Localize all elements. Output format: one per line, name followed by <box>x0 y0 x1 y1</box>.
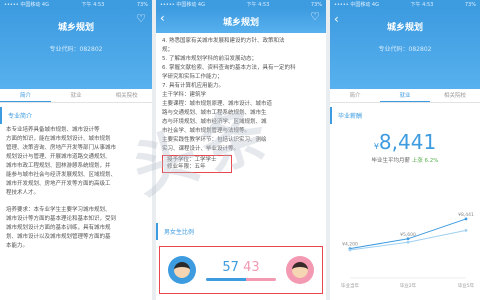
text-line: 能参与城市社会与经济发展规划、区域规划、 <box>6 172 117 178</box>
text-line: 态与环境规划、城市经济学、区域规划、城 <box>162 119 267 125</box>
tab-intro[interactable]: 简介 <box>330 89 380 102</box>
tab-intro[interactable]: 简介 <box>0 89 51 102</box>
status-bar: ••••• 中国移动 4G 下午 4:53 73% <box>156 0 326 9</box>
growth-text: 上涨 6.2% <box>411 158 439 164</box>
text-line: 市社会学、城市规划管理与法规等。 <box>162 128 251 134</box>
text-line: 管理、决策咨询、房地产开发等部门从事城市 <box>6 145 117 151</box>
male-percent: 57 <box>222 259 239 275</box>
text-line: 实习、课程设计、毕业设计等。 <box>162 146 240 152</box>
text-line: 方面的知识，能在城市规划设计、城市规划 <box>6 136 111 142</box>
status-bar: ••••• 中国移动 4G 下午 4:53 73% <box>330 0 480 9</box>
text-line: 城市开发规划、房地产开发等方面的高级工 <box>6 181 111 187</box>
carrier-text: ••••• 中国移动 4G <box>160 2 205 8</box>
salary-chart: ¥4,200 ¥5,600 ¥8,441 毕业当年 毕业2年 毕业5年 <box>341 212 474 289</box>
header-banner: ‹ 城乡规划 专业代码：082802 <box>330 9 480 89</box>
carrier-text: ••••• 中国移动 4G <box>334 2 379 8</box>
text-line: 路与交通规划、城市工程系统规划、城市生 <box>162 110 267 116</box>
favorite-heart-icon[interactable]: ♡ <box>136 12 146 25</box>
data-label: ¥8,441 <box>458 212 474 218</box>
male-avatar-icon <box>168 256 196 284</box>
text-line: 规； <box>162 47 174 53</box>
female-avatar-icon <box>286 256 314 284</box>
data-label: ¥5,600 <box>400 232 416 238</box>
screen-middle: ••••• 中国移动 4G 下午 4:53 73% ‹ 城乡规划 ♡ 4. 熟悉… <box>156 0 326 300</box>
gender-section-title: 男女生比例 <box>156 223 200 240</box>
salary-value: ¥8,441 <box>330 130 480 154</box>
salary-amount: 8,441 <box>378 130 437 154</box>
time-text: 下午 4:53 <box>410 2 434 8</box>
tab-bar: 简介 就业 相关院校 <box>0 89 152 103</box>
text-line: 主要课程：城市规划原理、城市设计、城市道 <box>162 101 273 107</box>
section-title: 专业简介 <box>0 107 152 124</box>
data-point <box>406 237 410 241</box>
page-title: 城乡规划 <box>222 18 259 28</box>
text-line: 划、城市设计以及城市规划管理等方面的基 <box>6 234 111 240</box>
gender-ratio-box: 57 43 <box>159 246 323 294</box>
header-banner: 城乡规划 ♡ 专业代码：082802 <box>0 9 152 89</box>
text-line: 6. 掌握文献检索、资料查询的基本方法，具有一定的科 <box>162 65 296 71</box>
text-line: 主要实践性教学环节：包括认识实习、测绘 <box>162 137 267 143</box>
duration-text: 修业年限：五年 <box>167 164 206 170</box>
tab-employment[interactable]: 就业 <box>380 89 430 102</box>
tab-schools[interactable]: 相关院校 <box>430 89 480 102</box>
salary-note-text: 毕业生平均月薪 <box>371 158 411 164</box>
tab-employment[interactable]: 就业 <box>51 89 102 102</box>
data-point <box>406 240 410 244</box>
x-tick-label: 毕业5年 <box>458 282 474 289</box>
favorite-heart-icon[interactable]: ♡ <box>310 10 320 23</box>
degree-highlight-box: 授予学位：工学学士 修业年限：五年 <box>162 155 232 173</box>
text-line: 城市市政工程规划、园林游憩系统规划，并 <box>6 163 111 169</box>
text-line: 本专业培养具备城市规划、城市设计等 <box>6 127 100 133</box>
text-line: 学研究和实际工作能力； <box>162 74 223 80</box>
time-text: 下午 4:53 <box>81 2 105 8</box>
female-percent: 43 <box>243 259 260 275</box>
degree-text: 授予学位：工学学士 <box>167 157 217 163</box>
battery-text: 73% <box>464 1 476 8</box>
tab-bar: 简介 就业 相关院校 <box>330 89 480 103</box>
text-line: 规划设计与管理、开展城市道路交通规划、 <box>6 154 111 160</box>
tab-schools[interactable]: 相关院校 <box>101 89 152 102</box>
text-line: 4. 熟悉国家有关城市发展和建设的方针、政策和法 <box>162 38 285 44</box>
page-title: 城乡规划 <box>57 23 94 33</box>
intro-text: 本专业培养具备城市规划、城市设计等 方面的知识，能在城市规划设计、城市规划 管理… <box>0 126 152 250</box>
screen-right: ••••• 中国移动 4G 下午 4:53 73% ‹ 城乡规划 专业代码：08… <box>330 0 480 300</box>
battery-text: 73% <box>136 1 148 8</box>
gender-ratio-bar <box>206 277 276 281</box>
major-code: 专业代码：082802 <box>378 46 432 53</box>
x-tick-label: 毕业2年 <box>400 282 417 289</box>
x-tick-label: 毕业当年 <box>341 282 359 289</box>
time-text: 下午 4:53 <box>246 2 270 8</box>
page-title: 城乡规划 <box>386 23 423 33</box>
gender-ratio: 57 43 <box>206 260 276 281</box>
detail-text: 4. 熟悉国家有关城市发展和建设的方针、政策和法 规； 5. 了解城市规划学科的… <box>156 37 326 153</box>
text-line: 7. 具有计算机应用能力。 <box>162 83 224 89</box>
header-bar: ‹ 城乡规划 ♡ <box>156 9 326 33</box>
salary-note: 毕业生平均月薪 上涨 6.2% <box>330 156 480 164</box>
text-line: 5. 了解城市规划学科的前沿发展动态； <box>162 56 257 62</box>
text-line: 城市规划设计方面的基本训练，具有城市规 <box>6 225 111 231</box>
major-code: 专业代码：082802 <box>49 46 103 53</box>
text-line: 培养要求：本专业学生主要学习城市规划、 <box>6 207 111 213</box>
data-point <box>348 248 352 252</box>
text-line: 程技术人才。 <box>6 190 40 196</box>
data-label: ¥4,200 <box>342 242 358 248</box>
text-line: 城市设计等方面的基本理论和基本知识，受到 <box>6 216 117 222</box>
battery-text: 73% <box>310 1 322 8</box>
carrier-text: ••••• 中国移动 4G <box>4 2 49 8</box>
text-line: 主干学科：建筑学 <box>162 92 207 98</box>
status-bar: ••••• 中国移动 4G 下午 4:53 73% <box>0 0 152 9</box>
screen-left: ••••• 中国移动 4G 下午 4:53 73% 城乡规划 ♡ 专业代码：08… <box>0 0 152 300</box>
text-line: 本能力。 <box>6 243 29 249</box>
data-point <box>464 229 468 232</box>
data-point <box>464 217 468 221</box>
salary-section-title: 毕业薪酬 <box>330 107 480 124</box>
